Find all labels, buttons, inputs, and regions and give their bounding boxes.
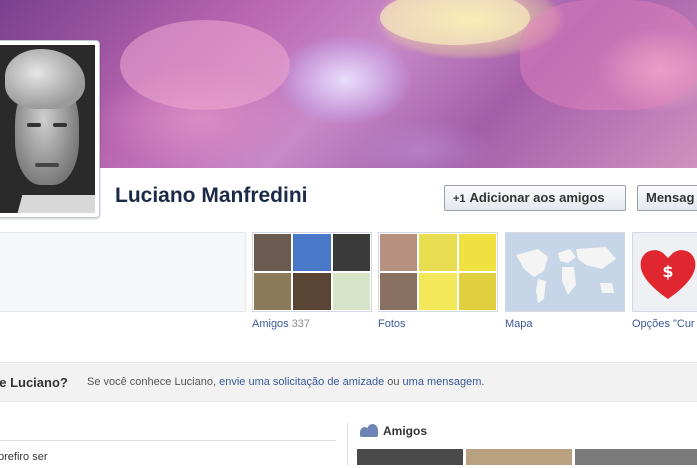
avatar-eye (27, 123, 41, 127)
friends-section-label: Amigos (383, 424, 428, 438)
friends-group-icon (360, 424, 378, 437)
divider (0, 440, 336, 441)
left-column: prefiro ser (0, 408, 338, 468)
avatar-eye (53, 123, 67, 127)
friends-count: 337 (291, 318, 311, 330)
add-friend-icon: +1 (453, 193, 466, 205)
profile-name: Luciano Manfredini (115, 184, 308, 207)
friends-label: Amigos (252, 318, 289, 330)
message-button[interactable]: Mensag (637, 185, 697, 211)
friends-tile[interactable] (252, 232, 372, 312)
know-question: ce Luciano? (0, 375, 68, 390)
photos-tile[interactable] (378, 232, 498, 312)
cover-shape (120, 20, 290, 110)
photos-tile-label[interactable]: Fotos (378, 318, 406, 330)
cover-photo[interactable] (0, 0, 697, 168)
friend-thumbnail (331, 233, 371, 272)
avatar-mouth (35, 163, 59, 167)
apps-tile[interactable]: $ (632, 232, 697, 312)
heart-icon: $ (640, 250, 696, 299)
photo-thumbnail (379, 272, 419, 311)
avatar (0, 45, 95, 213)
friend-thumbnail[interactable] (466, 449, 572, 465)
know-text-suffix: . (481, 376, 485, 388)
know-text: Se você conhece Luciano, envie uma solic… (87, 376, 484, 388)
avatar-shirt (11, 195, 95, 213)
map-tile-label[interactable]: Mapa (505, 318, 533, 330)
cover-shape (520, 0, 697, 110)
add-friend-button[interactable]: +1 Adicionar aos amigos (444, 185, 626, 211)
map-tile[interactable] (505, 232, 625, 312)
add-friend-label: Adicionar aos amigos (469, 190, 605, 205)
friend-thumbnail (331, 272, 371, 311)
photo-thumbnail (457, 272, 497, 311)
friends-tile-label[interactable]: Amigos 337 (252, 318, 310, 330)
about-box (0, 232, 246, 312)
friend-thumbnail (253, 272, 293, 311)
friend-thumbnail (292, 233, 332, 272)
prefer-text: prefiro ser (0, 451, 48, 463)
photo-thumbnail (379, 233, 419, 272)
svg-text:$: $ (662, 262, 673, 281)
friend-thumbnail[interactable] (357, 449, 463, 465)
profile-picture[interactable] (0, 40, 100, 218)
know-text-mid: ou (384, 376, 403, 388)
photo-thumbnail (457, 233, 497, 272)
know-text-prefix: Se você conhece Luciano, (87, 376, 220, 388)
friend-thumbnail[interactable] (575, 449, 697, 465)
photo-thumbnail (418, 272, 458, 311)
apps-tile-label[interactable]: Opções "Cur (632, 318, 695, 330)
friends-thumbnails (357, 449, 697, 465)
friend-thumbnail (292, 272, 332, 311)
photo-thumbnail (418, 233, 458, 272)
avatar-hair (5, 49, 85, 109)
world-map-icon (506, 233, 624, 311)
friend-thumbnail (253, 233, 293, 272)
friends-section-title[interactable]: Amigos (360, 424, 427, 438)
friend-request-link[interactable]: envie uma solicitação de amizade (219, 376, 384, 388)
column-divider (347, 423, 348, 465)
cover-shape (380, 0, 530, 45)
message-link[interactable]: uma mensagem (403, 376, 482, 388)
know-person-bar: ce Luciano? Se você conhece Luciano, env… (0, 362, 697, 402)
